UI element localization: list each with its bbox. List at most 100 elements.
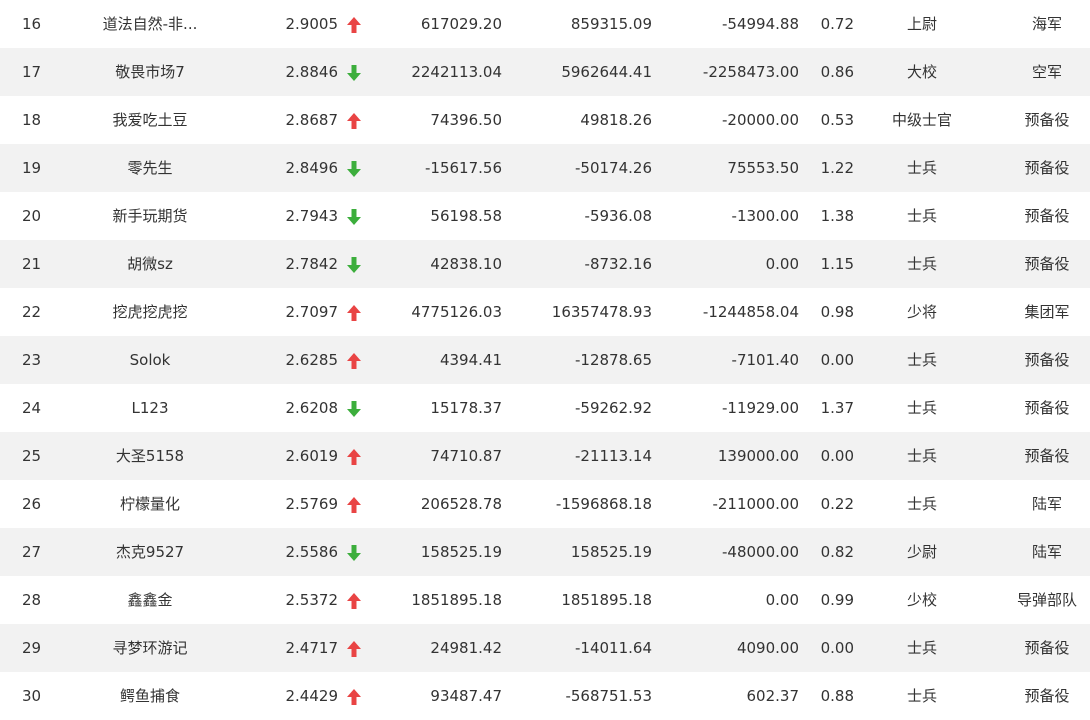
trend-arrow [346, 96, 362, 144]
value-2-cell: 49818.26 [580, 111, 652, 129]
trend-arrow [346, 528, 362, 576]
value-2-cell: 158525.19 [570, 543, 652, 561]
military-rank-cell: 少将 [906, 303, 937, 321]
ratio-cell: 0.53 [820, 111, 854, 129]
trend-arrow [346, 576, 362, 624]
rank-cell: 26 [22, 495, 42, 513]
score-cell: 2.7943 [285, 207, 339, 225]
value-2-cell: 5962644.41 [561, 63, 652, 81]
table-row[interactable]: 18 我爱吃土豆 2.8687 74396.50 49818.26 -20000.00 0.… [0, 96, 1090, 144]
rank-cell: 16 [22, 15, 42, 33]
arrow-down-icon [347, 400, 361, 417]
arrow-down-icon [347, 256, 361, 273]
value-2-cell: -59262.92 [575, 399, 652, 417]
trend-arrow [346, 144, 362, 192]
value-3-cell: -7101.40 [731, 351, 799, 369]
branch-cell: 预备役 [1024, 687, 1070, 705]
value-2-cell: -50174.26 [575, 159, 652, 177]
table-row[interactable]: 26 柠檬量化 2.5769 206528.78 -1596868.18 -211000.… [0, 480, 1090, 528]
ratio-cell: 0.00 [820, 351, 854, 369]
trader-name: 我爱吃土豆 [112, 111, 188, 129]
trend-arrow [346, 432, 362, 480]
branch-cell: 集团军 [1024, 303, 1070, 321]
arrow-up-icon [347, 352, 361, 369]
trend-arrow [346, 288, 362, 336]
value-3-cell: 4090.00 [736, 639, 799, 657]
score-cell: 2.6208 [285, 399, 339, 417]
value-3-cell: 602.37 [746, 687, 800, 705]
value-1-cell: 15178.37 [430, 399, 502, 417]
ratio-cell: 0.88 [820, 687, 854, 705]
arrow-up-icon [347, 16, 361, 33]
table-row[interactable]: 30 鳄鱼捕食 2.4429 93487.47 -568751.53 602.37 0.88… [0, 672, 1090, 720]
score-cell: 2.9005 [285, 15, 339, 33]
trader-name: 胡微sz [127, 255, 173, 273]
score-cell: 2.5372 [285, 591, 339, 609]
value-2-cell: -8732.16 [584, 255, 652, 273]
value-1-cell: 158525.19 [420, 543, 502, 561]
value-2-cell: -1596868.18 [555, 495, 652, 513]
trader-name: Solok [129, 351, 171, 369]
score-cell: 2.8846 [285, 63, 339, 81]
table-row[interactable]: 23 Solok 2.6285 4394.41 -12878.65 -7101.40 0.0… [0, 336, 1090, 384]
table-row[interactable]: 20 新手玩期货 2.7943 56198.58 -5936.08 -1300.00 1.3… [0, 192, 1090, 240]
ratio-cell: 1.15 [820, 255, 854, 273]
value-1-cell: 74710.87 [430, 447, 502, 465]
value-3-cell: 139000.00 [717, 447, 799, 465]
value-3-cell: 0.00 [765, 255, 799, 273]
military-rank-cell: 士兵 [906, 399, 937, 417]
branch-cell: 预备役 [1024, 207, 1070, 225]
value-1-cell: 42838.10 [430, 255, 502, 273]
branch-cell: 陆军 [1031, 495, 1062, 513]
table-row[interactable]: 17 敬畏市场7 2.8846 2242113.04 5962644.41 -225847… [0, 48, 1090, 96]
military-rank-cell: 少校 [906, 591, 937, 609]
value-2-cell: 16357478.93 [551, 303, 652, 321]
rank-cell: 28 [22, 591, 42, 609]
arrow-down-icon [347, 544, 361, 561]
trend-arrow [346, 480, 362, 528]
value-3-cell: -211000.00 [712, 495, 799, 513]
value-3-cell: -1244858.04 [702, 303, 799, 321]
value-1-cell: 2242113.04 [411, 63, 502, 81]
table-row[interactable]: 27 杰克9527 2.5586 158525.19 158525.19 -48000.0… [0, 528, 1090, 576]
trader-name: 鳄鱼捕食 [119, 687, 180, 705]
ratio-cell: 0.00 [820, 447, 854, 465]
trader-name: 挖虎挖虎挖 [112, 303, 188, 321]
table-row[interactable]: 22 挖虎挖虎挖 2.7097 4775126.03 16357478.93 -12448… [0, 288, 1090, 336]
table-row[interactable]: 16 道法自然-非... 2.9005 617029.20 859315.09 -5499… [0, 0, 1090, 48]
value-3-cell: -54994.88 [722, 15, 799, 33]
table-row[interactable]: 28 鑫鑫金 2.5372 1851895.18 1851895.18 0.00 0.99 少… [0, 576, 1090, 624]
branch-cell: 预备役 [1024, 399, 1070, 417]
branch-cell: 预备役 [1024, 111, 1070, 129]
ratio-cell: 0.00 [820, 639, 854, 657]
table-row[interactable]: 25 大圣5158 2.6019 74710.87 -21113.14 139000.00… [0, 432, 1090, 480]
trader-name: 杰克9527 [115, 543, 185, 561]
military-rank-cell: 士兵 [906, 159, 937, 177]
trend-arrow [346, 624, 362, 672]
table-row[interactable]: 21 胡微sz 2.7842 42838.10 -8732.16 0.00 1.15 士兵 预备… [0, 240, 1090, 288]
arrow-up-icon [347, 496, 361, 513]
branch-cell: 陆军 [1031, 543, 1062, 561]
table-row[interactable]: 24 L123 2.6208 15178.37 -59262.92 -11929.00 1.… [0, 384, 1090, 432]
branch-cell: 预备役 [1024, 255, 1070, 273]
arrow-up-icon [347, 640, 361, 657]
rank-cell: 22 [22, 303, 42, 321]
ranking-table: 16 道法自然-非... 2.9005 617029.20 859315.09 -5499… [0, 0, 1090, 720]
trend-arrow [346, 384, 362, 432]
military-rank-cell: 士兵 [906, 639, 937, 657]
table-row[interactable]: 19 零先生 2.8496 -15617.56 -50174.26 75553.50 1.2… [0, 144, 1090, 192]
rank-cell: 18 [22, 111, 42, 129]
military-rank-cell: 上尉 [906, 15, 937, 33]
trader-name: L123 [131, 399, 169, 417]
arrow-up-icon [347, 448, 361, 465]
trader-name: 大圣5158 [115, 447, 185, 465]
trader-name: 零先生 [127, 159, 173, 177]
value-3-cell: -11929.00 [722, 399, 799, 417]
rank-cell: 20 [22, 207, 42, 225]
military-rank-cell: 大校 [906, 63, 937, 81]
score-cell: 2.6019 [285, 447, 339, 465]
table-row[interactable]: 29 寻梦环游记 2.4717 24981.42 -14011.64 4090.00 0.0… [0, 624, 1090, 672]
rank-cell: 17 [22, 63, 42, 81]
rank-cell: 29 [22, 639, 42, 657]
value-3-cell: -2258473.00 [702, 63, 799, 81]
